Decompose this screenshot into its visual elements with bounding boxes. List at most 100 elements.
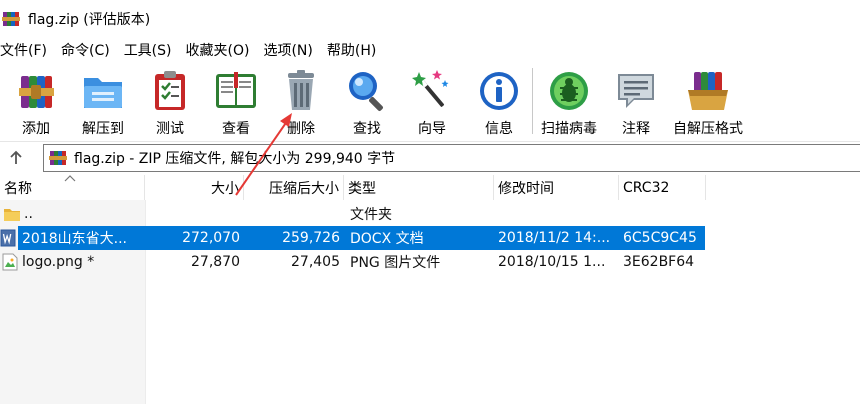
column-header-row: 名称 大小 压缩后大小 类型 修改时间 CRC32 — [0, 175, 860, 200]
column-name-label: 名称 — [4, 180, 32, 197]
menu-tools[interactable]: 工具(S) — [124, 40, 172, 60]
menu-commands[interactable]: 命令(C) — [61, 40, 110, 60]
file-crc: 6C5C9C45 — [623, 230, 697, 246]
cell-crc — [619, 202, 706, 226]
wizard-wand-icon — [412, 70, 449, 107]
column-name[interactable]: 名称 — [0, 175, 145, 200]
up-folder-button[interactable] — [0, 143, 32, 173]
info-button-label: 信息 — [485, 121, 513, 137]
file-size: 272,070 — [182, 230, 240, 246]
delete-button[interactable]: 删除 — [266, 62, 336, 138]
cell-modified — [494, 202, 619, 226]
file-name: .. — [24, 206, 33, 222]
test-button-label: 测试 — [156, 121, 184, 137]
column-size-label: 大小 — [211, 180, 239, 197]
cell-packed — [244, 202, 344, 226]
test-button[interactable]: 测试 — [134, 62, 206, 138]
trash-icon — [288, 70, 314, 110]
view-book-icon — [216, 72, 256, 108]
column-crc[interactable]: CRC32 — [619, 175, 706, 200]
column-packed[interactable]: 压缩后大小 — [244, 175, 344, 200]
file-type: PNG 图片文件 — [350, 255, 441, 271]
column-modified-label: 修改时间 — [498, 180, 554, 197]
delete-button-label: 删除 — [287, 121, 315, 137]
add-books-icon — [19, 76, 54, 108]
comment-button-label: 注释 — [622, 121, 650, 137]
extract-button[interactable]: 解压到 — [72, 62, 134, 138]
magnifier-icon — [349, 72, 383, 111]
address-bar: flag.zip - ZIP 压缩文件, 解包大小为 299,940 字节 — [0, 141, 860, 173]
table-row[interactable]: logo.png * 27,870 27,405 PNG 图片文件 2018/1… — [0, 250, 860, 274]
column-type[interactable]: 类型 — [344, 175, 494, 200]
column-type-label: 类型 — [348, 180, 376, 197]
cell-name: 2018山东省大... — [0, 226, 145, 250]
cell-name: .. — [0, 202, 145, 226]
virus-scan-icon — [550, 72, 588, 110]
cell-type: PNG 图片文件 — [344, 250, 494, 274]
file-packed-size: 27,405 — [291, 254, 340, 270]
find-button[interactable]: 查找 — [336, 62, 398, 138]
folder-icon — [4, 209, 20, 221]
file-crc: 3E62BF64 — [623, 254, 695, 270]
file-modified: 2018/10/15 1... — [498, 254, 606, 270]
cell-name: logo.png * — [0, 250, 145, 274]
menu-file[interactable]: 文件(F) — [0, 40, 47, 60]
cell-packed: 259,726 — [244, 226, 344, 250]
add-button-label: 添加 — [22, 121, 50, 137]
column-modified[interactable]: 修改时间 — [494, 175, 619, 200]
extract-button-label: 解压到 — [82, 121, 124, 137]
address-field[interactable]: flag.zip - ZIP 压缩文件, 解包大小为 299,940 字节 — [43, 144, 860, 172]
file-name: logo.png * — [22, 254, 95, 270]
cell-size: 272,070 — [145, 226, 244, 250]
file-size: 27,870 — [191, 254, 240, 270]
wizard-button[interactable]: 向导 — [398, 62, 466, 138]
sort-chevron-icon — [64, 175, 76, 182]
cell-type: DOCX 文档 — [344, 226, 494, 250]
window-title: flag.zip (评估版本) — [28, 12, 151, 28]
cell-crc: 6C5C9C45 — [619, 226, 706, 250]
column-packed-label: 压缩后大小 — [269, 180, 339, 197]
virus-scan-button[interactable]: 扫描病毒 — [533, 62, 605, 138]
wizard-button-label: 向导 — [418, 121, 446, 137]
winrar-archive-icon — [49, 151, 67, 165]
image-file-icon — [2, 253, 18, 271]
view-button-label: 查看 — [222, 121, 250, 137]
cell-type: 文件夹 — [344, 202, 494, 226]
info-button[interactable]: 信息 — [466, 62, 532, 138]
table-row-selected[interactable]: 2018山东省大... 272,070 259,726 DOCX 文档 2018… — [0, 226, 860, 250]
menu-help[interactable]: 帮助(H) — [327, 40, 376, 60]
cell-crc: 3E62BF64 — [619, 250, 706, 274]
test-clipboard-icon — [155, 71, 185, 110]
virus-scan-button-label: 扫描病毒 — [541, 121, 597, 137]
file-type: 文件夹 — [350, 207, 392, 223]
add-button[interactable]: 添加 — [0, 62, 72, 138]
file-modified: 2018/11/2 14:... — [498, 230, 611, 246]
toolbar: 添加 解压到 测试 查看 删除 查找 向导 信息 扫描病毒 注释 自解压格式 — [0, 62, 860, 138]
cell-modified: 2018/10/15 1... — [494, 250, 619, 274]
comment-button[interactable]: 注释 — [605, 62, 667, 138]
cell-packed: 27,405 — [244, 250, 344, 274]
file-list: 名称 大小 压缩后大小 类型 修改时间 CRC32 .. 文件夹 2018山东省… — [0, 175, 860, 404]
file-packed-size: 259,726 — [282, 230, 340, 246]
winrar-app-icon — [2, 12, 20, 26]
cell-size: 27,870 — [145, 250, 244, 274]
table-row[interactable]: .. 文件夹 — [0, 202, 860, 226]
sfx-box-icon — [688, 72, 728, 110]
word-doc-icon — [0, 229, 16, 247]
sfx-button-label: 自解压格式 — [673, 121, 743, 137]
sfx-button[interactable]: 自解压格式 — [667, 62, 749, 138]
cell-modified: 2018/11/2 14:... — [494, 226, 619, 250]
arrow-up-icon — [10, 150, 22, 164]
file-name: 2018山东省大... — [22, 231, 127, 247]
view-button[interactable]: 查看 — [206, 62, 266, 138]
column-size[interactable]: 大小 — [145, 175, 244, 200]
file-type: DOCX 文档 — [350, 231, 424, 247]
cell-size — [145, 202, 244, 226]
find-button-label: 查找 — [353, 121, 381, 137]
menu-options[interactable]: 选项(N) — [263, 40, 312, 60]
info-icon — [480, 72, 518, 110]
menu-favorites[interactable]: 收藏夹(O) — [186, 40, 250, 60]
extract-folder-icon — [84, 78, 122, 108]
comment-icon — [618, 74, 654, 108]
column-crc-label: CRC32 — [623, 179, 670, 196]
